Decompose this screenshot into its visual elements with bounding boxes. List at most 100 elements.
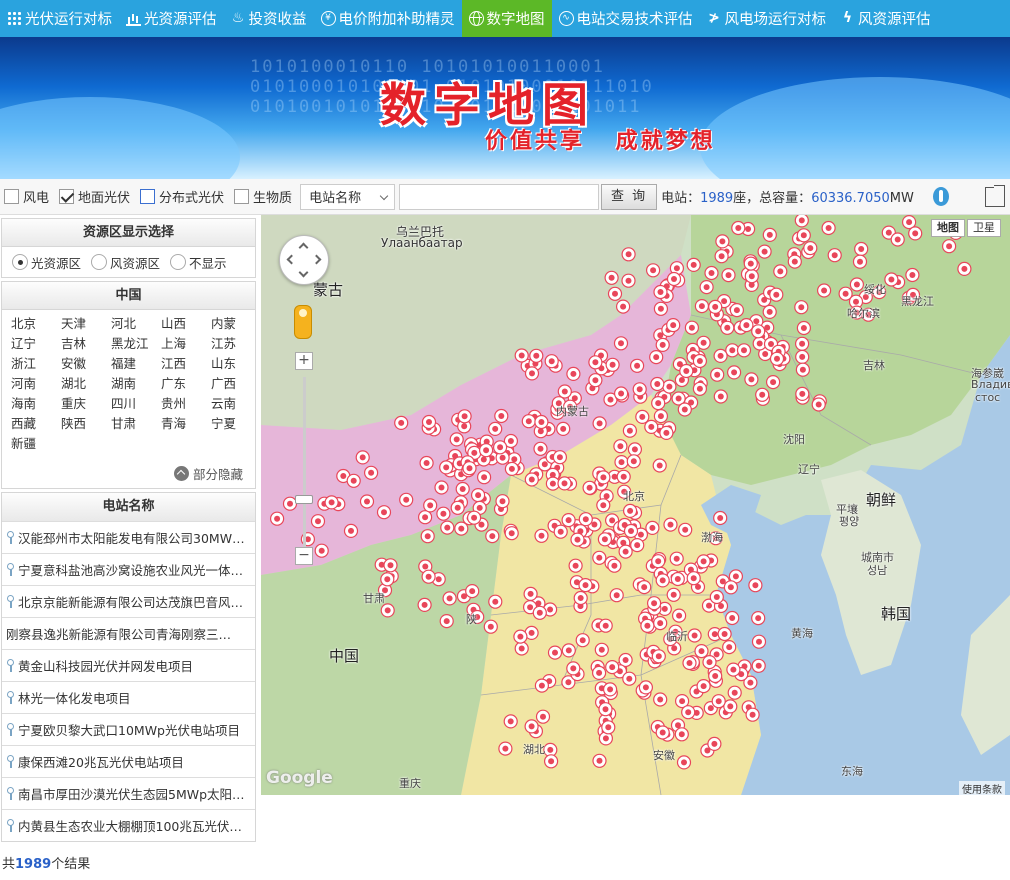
station-marker[interactable] <box>605 357 620 372</box>
station-marker[interactable] <box>672 608 687 623</box>
checkbox-icon[interactable] <box>234 189 250 204</box>
station-marker[interactable] <box>884 272 899 287</box>
station-marker[interactable] <box>359 494 375 509</box>
province-link[interactable]: 浙江 <box>11 356 61 372</box>
station-marker[interactable] <box>722 640 737 655</box>
terms-link[interactable]: 使用条款 <box>959 781 1005 795</box>
station-marker[interactable] <box>376 505 392 520</box>
fullscreen-icon[interactable] <box>985 185 1005 207</box>
station-marker[interactable] <box>713 389 728 404</box>
station-marker[interactable] <box>419 455 434 471</box>
station-marker[interactable] <box>852 254 868 269</box>
station-marker[interactable] <box>957 261 972 277</box>
station-marker[interactable] <box>713 510 728 526</box>
station-marker[interactable] <box>811 397 826 412</box>
station-marker[interactable] <box>557 384 572 399</box>
nav-item-2[interactable]: ♨ 投资收益 <box>224 0 314 37</box>
street-view-pegman-icon[interactable] <box>294 305 312 339</box>
station-marker[interactable] <box>757 244 772 259</box>
station-marker[interactable] <box>941 239 957 254</box>
station-marker[interactable] <box>467 510 482 525</box>
station-marker[interactable] <box>607 286 623 301</box>
station-marker[interactable] <box>623 503 638 518</box>
station-marker[interactable] <box>544 754 559 769</box>
station-marker[interactable] <box>717 626 732 642</box>
station-marker[interactable] <box>618 544 633 559</box>
station-marker[interactable] <box>420 529 435 544</box>
station-marker[interactable] <box>613 336 629 351</box>
station-marker[interactable] <box>794 215 809 228</box>
station-marker[interactable] <box>573 590 588 606</box>
station-marker[interactable] <box>614 386 629 401</box>
station-marker[interactable] <box>514 641 529 656</box>
resource-radio-1[interactable]: 风资源区 <box>91 253 160 272</box>
station-marker[interactable] <box>659 425 674 440</box>
station-marker[interactable] <box>651 396 666 411</box>
station-marker[interactable] <box>380 572 395 587</box>
station-marker[interactable] <box>616 299 631 314</box>
station-marker[interactable] <box>905 267 920 283</box>
station-marker[interactable] <box>821 220 836 236</box>
station-marker[interactable] <box>450 500 465 515</box>
station-marker[interactable] <box>488 421 503 436</box>
province-link[interactable]: 海南 <box>11 396 61 412</box>
search-field-select[interactable]: 电站名称 <box>300 183 396 210</box>
pan-down-icon[interactable] <box>298 267 309 278</box>
province-link[interactable]: 四川 <box>111 396 161 412</box>
station-marker[interactable] <box>646 263 661 278</box>
station-marker[interactable] <box>582 480 597 495</box>
station-marker[interactable] <box>488 594 503 609</box>
radio-icon[interactable] <box>12 254 28 270</box>
province-link[interactable]: 重庆 <box>61 396 111 412</box>
station-marker[interactable] <box>666 271 682 287</box>
station-marker[interactable] <box>498 741 513 756</box>
station-marker[interactable] <box>449 432 464 447</box>
station-marker[interactable] <box>630 538 645 553</box>
pan-right-icon[interactable] <box>311 254 322 265</box>
station-marker[interactable] <box>794 300 809 315</box>
station-marker[interactable] <box>635 409 650 424</box>
station-marker[interactable] <box>704 265 719 281</box>
station-marker[interactable] <box>524 472 539 487</box>
province-link[interactable]: 西藏 <box>11 416 61 432</box>
station-marker[interactable] <box>310 514 326 529</box>
station-marker[interactable] <box>731 220 746 236</box>
station-marker[interactable] <box>890 232 905 247</box>
station-marker[interactable] <box>652 458 667 473</box>
station-marker[interactable] <box>727 365 742 380</box>
province-link[interactable]: 贵州 <box>161 396 211 412</box>
station-marker[interactable] <box>553 524 568 539</box>
station-marker[interactable] <box>324 495 339 510</box>
station-marker[interactable] <box>849 277 865 292</box>
station-marker[interactable] <box>666 317 681 333</box>
province-link[interactable]: 安徽 <box>61 356 111 372</box>
station-marker[interactable] <box>570 532 585 547</box>
station-marker[interactable] <box>710 367 725 382</box>
station-marker[interactable] <box>346 473 361 488</box>
station-marker[interactable] <box>796 228 811 243</box>
station-marker[interactable] <box>626 454 641 469</box>
station-marker[interactable] <box>609 588 624 603</box>
station-marker[interactable] <box>827 248 842 263</box>
station-marker[interactable] <box>632 382 647 397</box>
station-list-item[interactable]: 刚察县逸兆新能源有限公司青海刚察三期20MW光伏电站 <box>2 617 255 649</box>
station-list-item[interactable]: 林光一体化发电项目 <box>2 681 255 713</box>
station-list-item[interactable]: 南昌市厚田沙漠光伏生态园5MWp太阳能电站 <box>2 777 255 809</box>
station-marker[interactable] <box>504 461 519 476</box>
province-link[interactable]: 黑龙江 <box>111 336 161 352</box>
station-marker[interactable] <box>655 725 670 740</box>
nav-item-7[interactable]: ϟ 风资源评估 <box>833 0 938 37</box>
station-marker[interactable] <box>773 264 788 279</box>
station-marker[interactable] <box>723 580 738 595</box>
station-marker[interactable] <box>601 720 616 735</box>
checkbox-icon[interactable] <box>59 189 75 204</box>
station-list-item[interactable]: 内黄县生态农业大棚棚顶100兆瓦光伏并网发电项目 <box>2 809 255 841</box>
station-marker[interactable] <box>694 644 709 659</box>
station-marker[interactable] <box>765 375 781 390</box>
station-marker[interactable] <box>604 270 619 285</box>
station-marker[interactable] <box>421 569 436 584</box>
province-link[interactable]: 新疆 <box>11 436 61 452</box>
nav-item-3[interactable]: ¥ 电价附加补助精灵 <box>314 0 462 37</box>
station-list-item[interactable]: 宁夏意科盐池高沙窝设施农业风光一体化项目 <box>2 553 255 585</box>
station-marker[interactable] <box>503 714 518 729</box>
